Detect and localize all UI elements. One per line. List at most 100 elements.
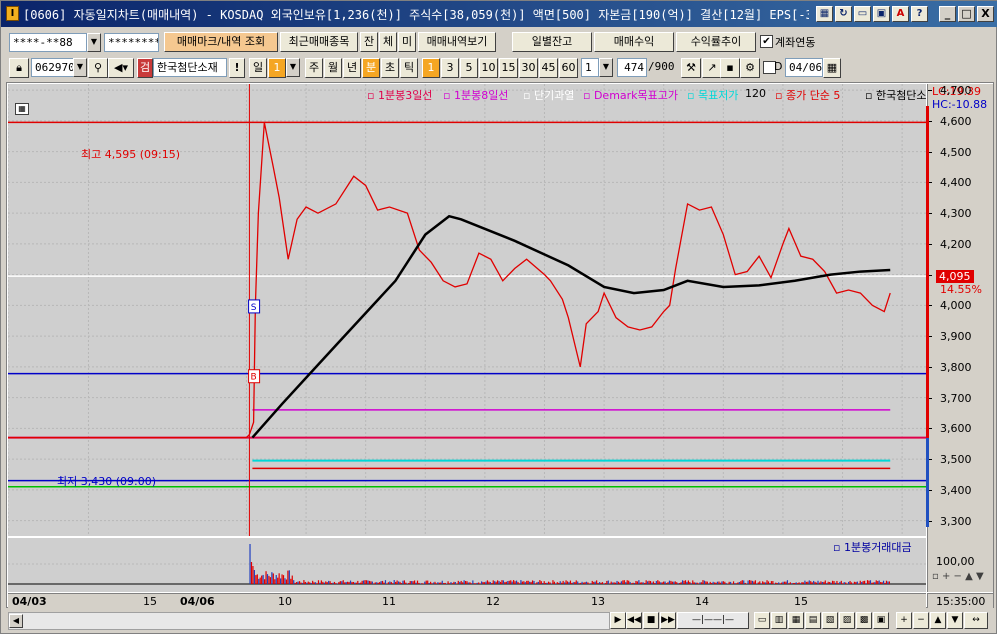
chart-tool-icon[interactable]: ↗ (702, 58, 722, 78)
account-input[interactable]: ****-**88 (9, 33, 87, 52)
daily-balance-button[interactable]: 일별잔고 (512, 32, 592, 52)
minute-1-button[interactable]: 1 (422, 58, 440, 78)
stock-code-dropdown-icon[interactable]: ▼ (73, 58, 87, 77)
horizontal-scrollbar[interactable]: ◀ (8, 612, 610, 630)
zoom-in-icon[interactable]: + (896, 612, 912, 629)
volume-bar (625, 582, 627, 584)
scroll-down-icon[interactable]: ▼ (947, 612, 963, 629)
legend-item[interactable]: ▫ 목표저가 (687, 87, 738, 103)
layout-7-icon[interactable]: ▩ (856, 612, 872, 629)
monitor-icon[interactable]: ▭ (854, 6, 871, 22)
speed-slider[interactable]: —|——|— (677, 612, 749, 629)
pdf-icon[interactable]: A (892, 6, 909, 22)
minimize-button[interactable]: _ (939, 6, 956, 22)
account-dropdown-icon[interactable]: ▼ (87, 33, 101, 52)
minute-15-button[interactable]: 15 (499, 58, 518, 78)
layout-icon[interactable]: ▦ (816, 6, 833, 22)
scroll-left-icon[interactable]: ◀ (9, 614, 23, 628)
minute-10-button[interactable]: 10 (479, 58, 498, 78)
refresh-icon[interactable]: ↻ (835, 6, 852, 22)
legend-item[interactable]: ▫ 종가 단순 5 (775, 87, 840, 103)
period-month-button[interactable]: 월 (324, 58, 342, 78)
speaker-icon[interactable]: ◀▾ (108, 58, 134, 78)
grid-toggle-icon[interactable]: ▦ (15, 103, 29, 115)
rewind-icon[interactable]: ◀◀ (626, 612, 642, 629)
minute-3-button[interactable]: 3 (441, 58, 459, 78)
stop-icon[interactable]: ■ (643, 612, 659, 629)
multiplier-dropdown-icon[interactable]: ▼ (599, 58, 613, 77)
return-trend-button[interactable]: 수익률추이 (676, 32, 756, 52)
scroll-up-icon[interactable]: ▲ (930, 612, 946, 629)
layout-1-icon[interactable]: ▭ (754, 612, 770, 629)
volume-zoom-controls[interactable]: ▫ + − ▲ ▼ (932, 571, 984, 582)
trade-mark-query-button[interactable]: 매매마크/내역 조회 (164, 32, 278, 52)
legend-item[interactable]: ▫ 1분봉3일선 (367, 87, 432, 103)
minute-30-button[interactable]: 30 (519, 58, 538, 78)
volume-bar (485, 581, 487, 584)
layout-2-icon[interactable]: ▥ (771, 612, 787, 629)
close-button[interactable]: X (977, 6, 994, 22)
search-icon[interactable]: ⚲ (88, 58, 108, 78)
period-second-button[interactable]: 초 (381, 58, 399, 78)
account-link-checkbox[interactable]: ✔ (760, 35, 773, 48)
balance-button[interactable]: 잔 (360, 32, 378, 52)
minute-45-button[interactable]: 45 (539, 58, 558, 78)
layout-8-icon[interactable]: ▣ (873, 612, 889, 629)
multiplier-input[interactable]: 1 (581, 58, 599, 77)
unfilled-button[interactable]: 미 (398, 32, 416, 52)
alert-button[interactable]: ! (229, 58, 245, 78)
volume-bar (561, 582, 563, 584)
help-icon[interactable]: ? (911, 6, 928, 22)
layout-5-icon[interactable]: ▧ (822, 612, 838, 629)
minute-60-button[interactable]: 60 (559, 58, 578, 78)
period-day-button[interactable]: 일 (249, 58, 267, 78)
y-tick-label: 4,300 (940, 207, 972, 221)
window-icon[interactable]: ▣ (873, 6, 890, 22)
trade-history-button[interactable]: 매매내역보기 (418, 32, 496, 52)
lock-icon[interactable]: 🔒︎ (9, 58, 29, 78)
filled-button[interactable]: 체 (379, 32, 397, 52)
layout-3-icon[interactable]: ▦ (788, 612, 804, 629)
volume-bar (622, 580, 624, 584)
scroll-right-icon[interactable]: ▶ (610, 612, 626, 629)
period-minute-button[interactable]: 분 (362, 58, 380, 78)
save-icon[interactable]: ▪ (720, 58, 740, 78)
name-search-icon[interactable]: 검 (137, 58, 153, 78)
zoom-out-icon[interactable]: − (913, 612, 929, 629)
count-input[interactable]: 474 (617, 58, 647, 77)
volume-bar (696, 582, 698, 584)
period-dropdown-icon[interactable]: ▼ (286, 58, 300, 77)
fast-forward-icon[interactable]: ▶▶ (660, 612, 676, 629)
period-day-value[interactable]: 1 (268, 58, 286, 78)
indicator-legend: ▫ 1분봉3일선 ▫ 1분봉8일선 ▫ 단기과열 ▫ Demark목표고가 ▫ 목표저가… (7, 83, 937, 103)
volume-bar (344, 582, 346, 584)
gear-icon[interactable]: ⚙ (740, 58, 760, 78)
legend-item[interactable]: ▫ 한국첨단소재 (865, 87, 937, 103)
password-input[interactable]: ******** (104, 33, 159, 52)
layout-4-icon[interactable]: ▤ (805, 612, 821, 629)
volume-bar (259, 577, 261, 584)
legend-item[interactable]: ▫ 1분봉8일선 (443, 87, 508, 103)
tool-icon[interactable]: ⚒ (681, 58, 701, 78)
period-year-button[interactable]: 년 (343, 58, 361, 78)
volume-bar (754, 580, 756, 584)
legend-item[interactable]: 120 (745, 87, 766, 100)
trade-profit-button[interactable]: 매매수익 (594, 32, 674, 52)
volume-bar (681, 580, 684, 584)
minute-5-button[interactable]: 5 (460, 58, 478, 78)
date-input[interactable]: 04/06 (785, 58, 823, 77)
period-week-button[interactable]: 주 (305, 58, 323, 78)
fit-icon[interactable]: ↔ (964, 612, 988, 629)
period-tick-button[interactable]: 틱 (400, 58, 418, 78)
layout-6-icon[interactable]: ▨ (839, 612, 855, 629)
volume-bar (792, 582, 794, 584)
volume-bar (301, 582, 304, 584)
legend-item[interactable]: ▫ 단기과열 (523, 87, 574, 103)
volume-chart[interactable] (8, 538, 926, 592)
volume-bar (591, 580, 593, 584)
calendar-icon[interactable]: ▦ (823, 58, 841, 78)
maximize-button[interactable]: □ (958, 6, 975, 22)
recent-trades-button[interactable]: 최근매매종목 (280, 32, 358, 52)
stock-code-input[interactable]: 062970 (31, 58, 75, 77)
legend-item[interactable]: ▫ Demark목표고가 (583, 87, 678, 103)
